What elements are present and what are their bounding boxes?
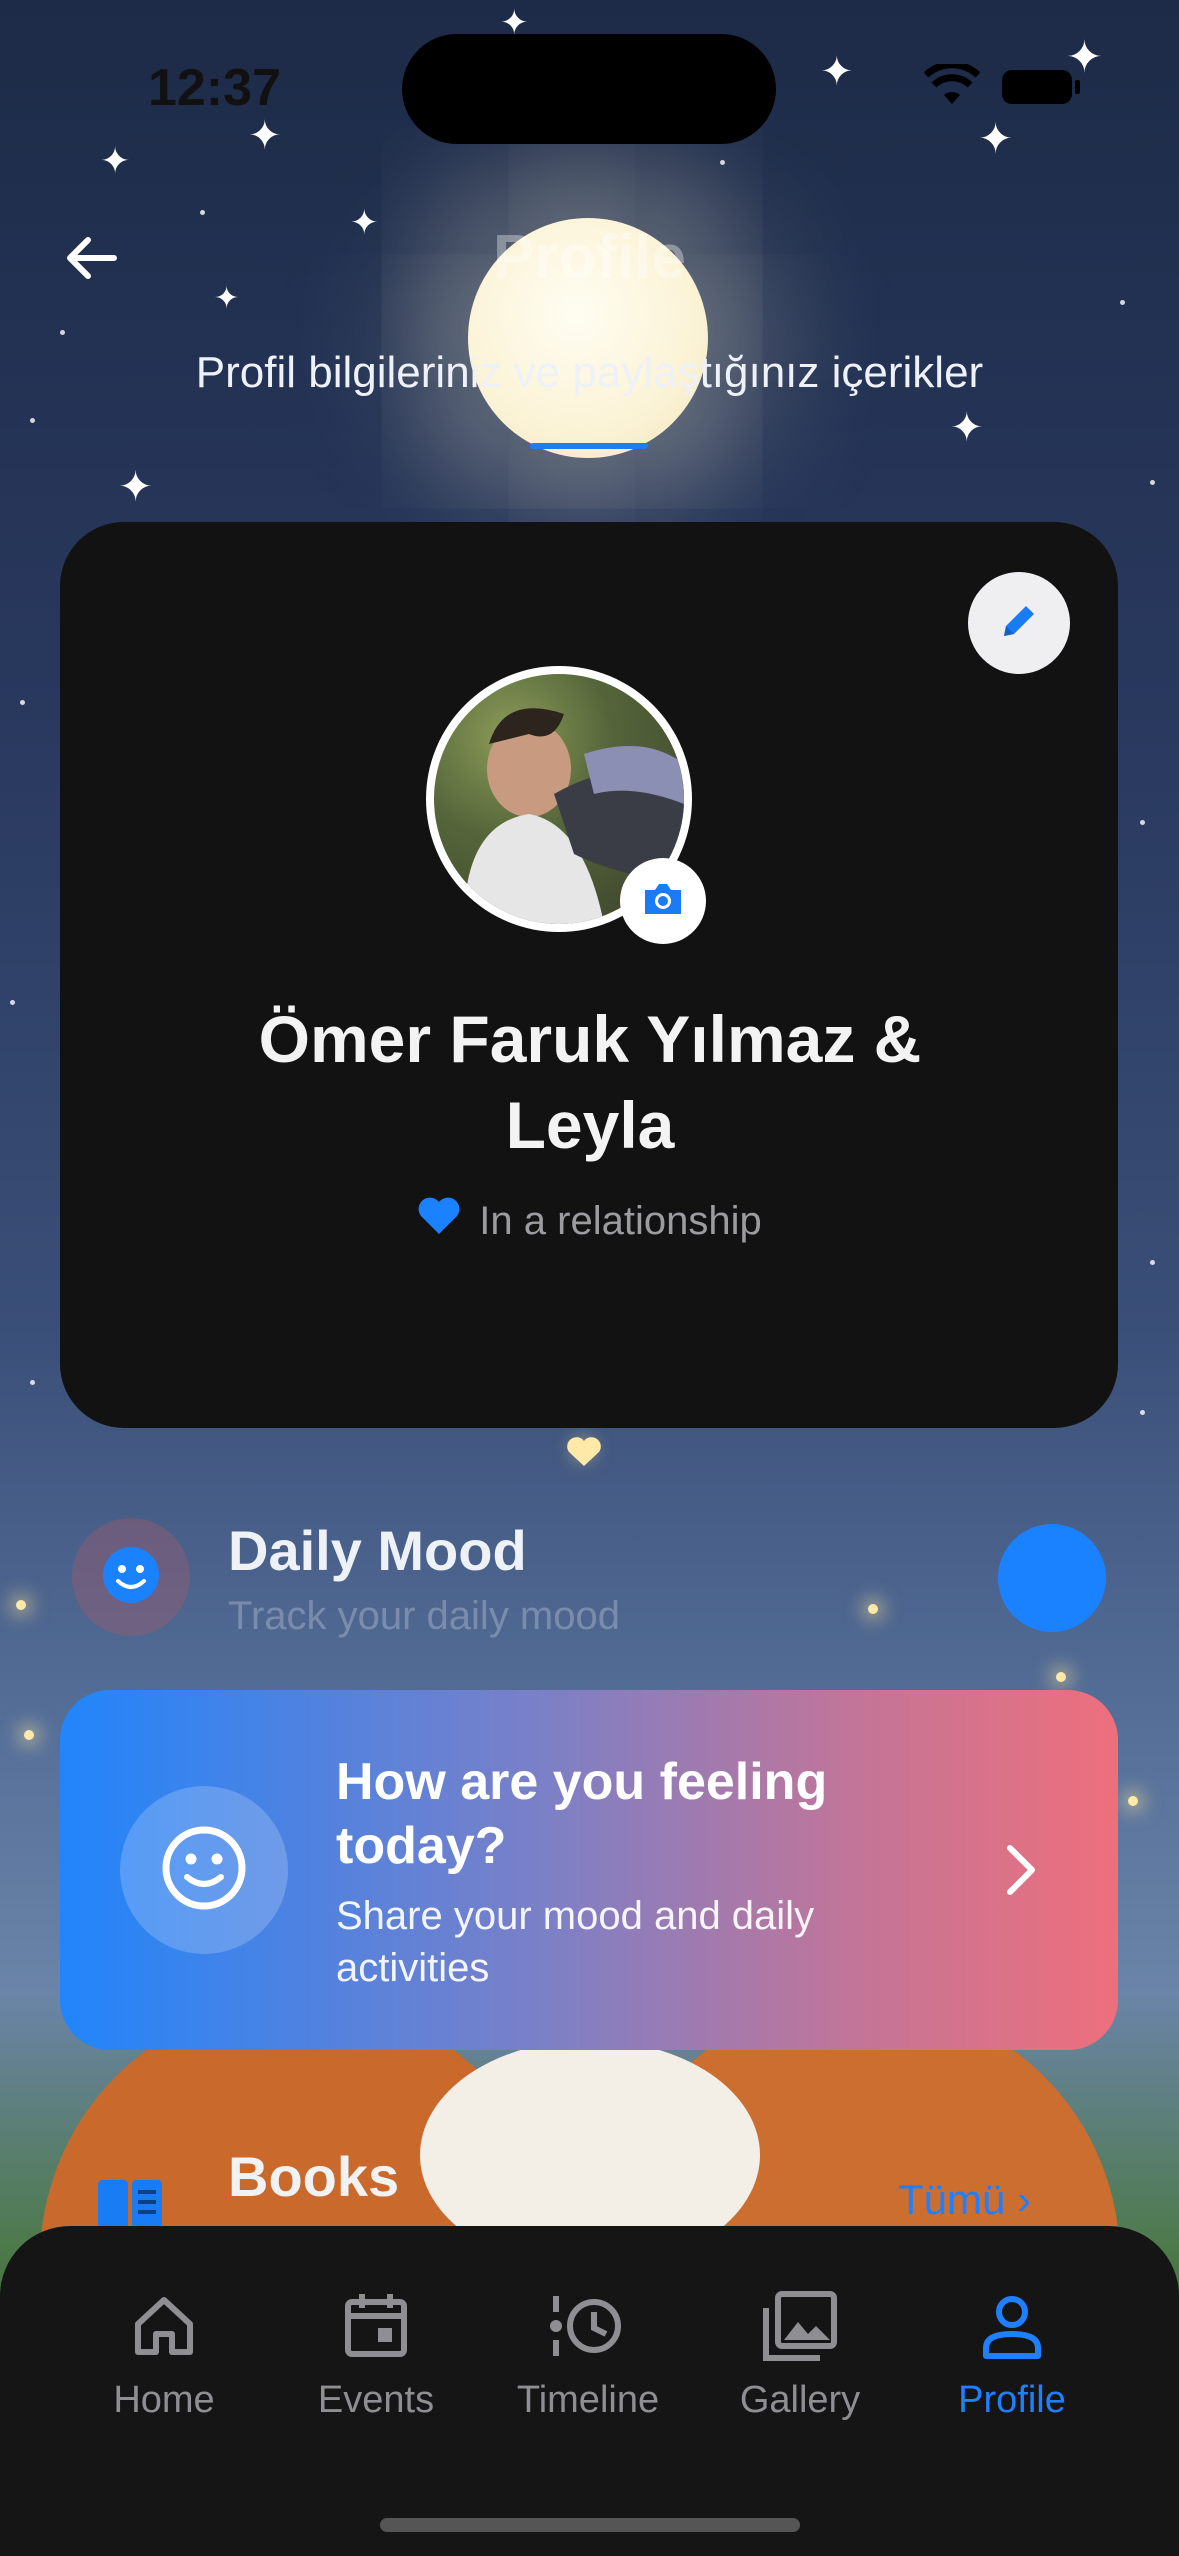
- nav-label-events: Events: [317, 2379, 435, 2421]
- camera-icon: [641, 880, 685, 923]
- profile-name: Ömer Faruk Yılmaz & Leyla: [258, 1002, 922, 1162]
- relationship-status: In a relationship: [0, 1196, 1179, 1246]
- book-icon: [96, 2174, 166, 2234]
- title-underline: [530, 443, 648, 449]
- daily-mood-toggle[interactable]: [998, 1524, 1106, 1632]
- nav-events[interactable]: Events: [276, 2290, 476, 2422]
- nav-timeline[interactable]: Timeline: [488, 2290, 688, 2422]
- battery-icon: [1002, 70, 1080, 104]
- home-indicator: [380, 2518, 800, 2532]
- relationship-label: In a relationship: [479, 1198, 762, 1243]
- nav-label-home: Home: [113, 2379, 215, 2421]
- timeline-icon: [548, 2290, 628, 2367]
- books-see-all-link[interactable]: Tümü ›: [898, 2176, 1031, 2224]
- daily-mood-title: Daily Mood: [228, 1519, 527, 1582]
- mood-prompt-icon-wrap: [120, 1786, 288, 1954]
- change-photo-button[interactable]: [620, 858, 706, 944]
- nav-profile[interactable]: Profile: [912, 2290, 1112, 2422]
- chevron-right-icon: ›: [1017, 2176, 1032, 2223]
- daily-mood-icon-wrap: [72, 1518, 190, 1636]
- profile-card: [60, 522, 1118, 1428]
- edit-profile-button[interactable]: [968, 572, 1070, 674]
- nav-label-timeline: Timeline: [516, 2379, 660, 2421]
- heart-icon: [417, 1196, 461, 1246]
- wifi-icon: [923, 61, 981, 111]
- mood-prompt-subtitle: Share your mood and daily activities: [336, 1894, 815, 1990]
- calendar-icon: [340, 2290, 412, 2367]
- nav-label-gallery: Gallery: [739, 2379, 861, 2421]
- pencil-icon: [996, 598, 1042, 649]
- page-subtitle: Profil bilgileriniz ve paylaştığınız içe…: [195, 348, 984, 397]
- heart-decoration: [566, 1436, 602, 1473]
- gallery-icon: [760, 2290, 840, 2367]
- books-see-all-label: Tümü: [898, 2176, 1006, 2223]
- nav-gallery[interactable]: Gallery: [700, 2290, 900, 2422]
- nav-label-profile: Profile: [958, 2379, 1066, 2421]
- mood-prompt-title: How are you feeling today?: [336, 1753, 828, 1875]
- home-icon: [128, 2290, 200, 2367]
- chevron-right-icon[interactable]: [996, 1840, 1046, 1900]
- status-time: 12:37: [148, 59, 281, 117]
- nav-home[interactable]: Home: [64, 2290, 264, 2422]
- dynamic-island: [402, 34, 776, 144]
- person-icon: [976, 2290, 1048, 2367]
- daily-mood-subtitle: Track your daily mood: [228, 1594, 620, 1638]
- smiley-icon: [161, 1825, 247, 1916]
- books-title: Books: [228, 2145, 400, 2208]
- smiley-icon: [101, 1545, 161, 1610]
- page-title: Profile: [493, 223, 686, 292]
